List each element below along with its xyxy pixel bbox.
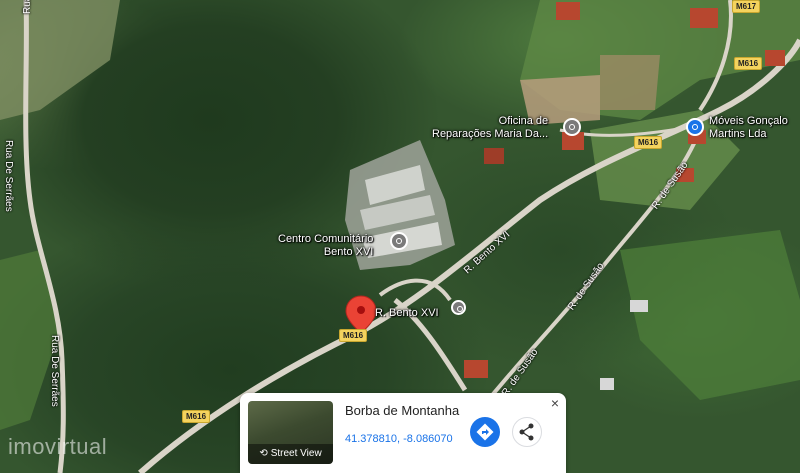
directions-icon — [476, 423, 494, 441]
road-label-rua-de-serraes: Rua De Serrães — [49, 335, 60, 407]
satellite-map[interactable]: Rua Rua De Serrães Rua De Serrães R. Ben… — [0, 0, 800, 473]
share-button[interactable] — [512, 417, 542, 447]
bare-plot-2 — [600, 55, 660, 110]
house-roof — [765, 50, 785, 66]
route-shield-m617: M617 — [732, 0, 761, 13]
house-roof — [464, 360, 488, 378]
route-shield-m616: M616 — [634, 136, 663, 149]
place-pin-icon[interactable] — [451, 300, 466, 315]
house-roof — [484, 148, 504, 164]
street-view-thumbnail[interactable]: ⟲ Street View — [248, 401, 333, 464]
close-icon[interactable]: × — [548, 396, 562, 410]
shopping-bag-icon[interactable] — [686, 118, 704, 136]
field-lower-right — [620, 230, 800, 400]
poi-label-centro-comunitario[interactable]: Centro Comunitário Bento XVI — [278, 233, 373, 259]
directions-button[interactable] — [470, 417, 500, 447]
house-roof — [556, 2, 580, 20]
house-roof — [690, 8, 718, 28]
route-shield-m616: M616 — [182, 410, 211, 423]
watermark-logo: imovirtual — [8, 434, 108, 459]
street-view-icon: ⟲ — [259, 448, 268, 459]
poi-label-oficina[interactable]: Oficina de Reparações Maria Da... — [432, 115, 548, 141]
field-top-left — [0, 0, 120, 120]
road-label-rua-de-serraes: Rua De Serrães — [3, 140, 14, 212]
share-icon — [519, 423, 534, 441]
route-shield-m616: M616 — [734, 57, 763, 70]
street-view-button[interactable]: ⟲ Street View — [248, 444, 333, 464]
place-info-card: ⟲ Street View Borba de Montanha 41.378810… — [240, 393, 566, 473]
house-roof — [600, 378, 614, 390]
place-pin-icon[interactable] — [563, 118, 581, 136]
place-title: Borba de Montanha — [345, 403, 460, 418]
house-roof — [630, 300, 648, 312]
route-shield-m616: M616 — [339, 329, 368, 342]
coordinates-text[interactable]: 41.378810, -8.086070 — [345, 433, 453, 445]
road-label-rua-top: Rua — [22, 0, 33, 14]
poi-label-moveis[interactable]: Móveis Gonçalo Martins Lda — [709, 115, 788, 141]
pin-label-bento-xvi: R. Bento XVI — [375, 307, 439, 319]
place-pin-icon[interactable] — [390, 232, 408, 250]
